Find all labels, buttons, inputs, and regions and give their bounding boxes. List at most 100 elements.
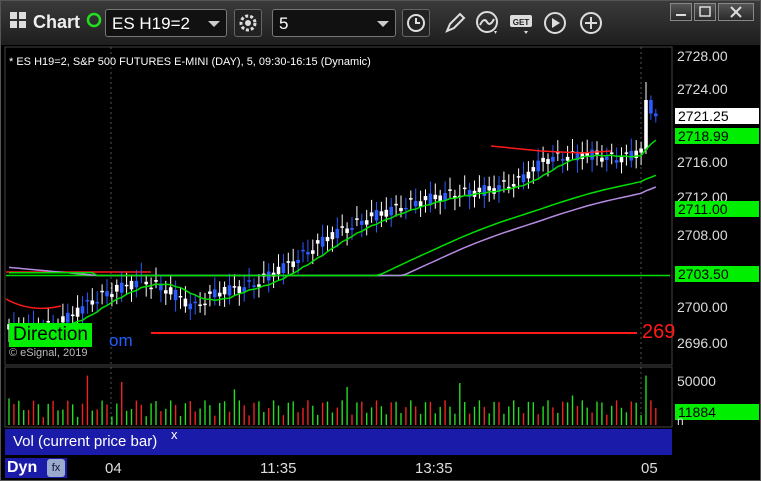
- candle-body: [325, 236, 330, 242]
- candle-body: [286, 261, 291, 263]
- candle-body: [173, 289, 178, 301]
- candle-body: [531, 167, 536, 172]
- candle-body: [507, 186, 511, 189]
- candle-body: [95, 301, 99, 304]
- candle-body: [448, 189, 452, 191]
- volume-flag: 11884: [675, 404, 759, 420]
- candle-body: [188, 303, 193, 310]
- price-chart[interactable]: [1, 1, 760, 480]
- candle-body: [61, 316, 65, 323]
- candle-body: [433, 194, 438, 200]
- last-price-flag: 2721.25: [675, 108, 759, 124]
- candle-body: [369, 212, 374, 217]
- candle-body: [541, 157, 545, 162]
- candle-body: [124, 284, 129, 287]
- candle-body: [462, 187, 467, 190]
- price-tick: 2724.00: [677, 81, 728, 97]
- candle-body: [389, 206, 393, 216]
- copyright: © eSignal, 2019: [9, 347, 88, 359]
- blue-text-label: om: [109, 331, 133, 350]
- chart-window: Chart ES H19=2 5 GET * ES H19=2, S&P 500…: [0, 0, 761, 481]
- candle-body: [619, 157, 624, 163]
- candle-body: [350, 228, 354, 230]
- price-tick: 2728.00: [677, 48, 728, 64]
- candle-body: [409, 198, 413, 200]
- candle-body: [624, 152, 629, 154]
- candle-body: [551, 156, 555, 162]
- candle-body: [100, 290, 104, 293]
- candle-body: [477, 187, 482, 193]
- candle-body: [379, 211, 384, 216]
- level-flag: 2703.50: [675, 266, 759, 282]
- candle-body: [404, 207, 408, 210]
- candle-body: [80, 306, 85, 314]
- candle-body: [119, 282, 124, 293]
- time-tick: 05: [641, 460, 658, 477]
- candle-body: [560, 159, 565, 161]
- price-tick: 2708.00: [677, 227, 728, 243]
- candle-body: [213, 289, 217, 298]
- candle-body: [291, 261, 295, 268]
- candle-body: [482, 185, 487, 196]
- candle-body: [252, 285, 256, 287]
- direction-label[interactable]: Direction: [9, 323, 92, 347]
- candle-body: [423, 196, 428, 201]
- candle-body: [521, 174, 526, 183]
- price-pane: [4, 46, 673, 366]
- formula-icon[interactable]: fx: [47, 459, 65, 477]
- candle-body: [614, 160, 619, 163]
- candle-body: [428, 193, 433, 205]
- candle-body: [384, 209, 389, 217]
- candle-body: [144, 281, 148, 285]
- candle-body: [565, 156, 570, 161]
- candle-body: [639, 148, 643, 153]
- red-level-label: 269: [642, 321, 676, 343]
- candle-body: [394, 203, 398, 206]
- candle-body: [502, 180, 506, 182]
- volume-axis-bottom: n: [677, 414, 684, 428]
- candle-body: [374, 210, 379, 221]
- candle-body: [115, 284, 119, 292]
- close-study-icon[interactable]: x: [171, 427, 178, 442]
- candle-body: [511, 184, 516, 187]
- candle-body: [413, 200, 418, 207]
- volume-study-bar: [186, 429, 672, 455]
- candle-body: [516, 176, 521, 178]
- chart-subtitle: * ES H19=2, S&P 500 FUTURES E-MINI (DAY)…: [9, 56, 371, 68]
- price-tick: 2716.00: [677, 154, 728, 170]
- candle-body: [306, 252, 310, 255]
- candle-body: [605, 156, 609, 160]
- candle-body: [590, 149, 594, 160]
- candle-body: [164, 290, 168, 294]
- candle-body: [217, 292, 222, 297]
- candle-body: [66, 312, 70, 323]
- candle-body: [649, 100, 653, 114]
- candle-body: [301, 249, 305, 252]
- candle-body: [183, 298, 188, 307]
- candle-body: [168, 287, 173, 295]
- volume-axis-tick: 50000: [677, 373, 716, 389]
- candle-body: [335, 228, 340, 239]
- candle-body: [110, 294, 114, 297]
- candle-body: [536, 160, 540, 172]
- candle-body: [360, 220, 364, 225]
- candle-body: [178, 295, 183, 298]
- time-tick: 11:35: [260, 460, 297, 477]
- candle-body: [70, 314, 75, 317]
- candle-body: [276, 266, 281, 275]
- candle-body: [320, 236, 325, 247]
- candle-body: [237, 286, 242, 294]
- candle-body: [546, 159, 550, 164]
- candle-body: [311, 250, 315, 254]
- candle-body: [364, 220, 369, 225]
- candle-body: [208, 291, 212, 294]
- candle-body: [340, 226, 344, 228]
- candle-body: [296, 259, 300, 264]
- volume-study-label[interactable]: Vol (current price bar): [5, 429, 186, 455]
- candle-body: [134, 280, 139, 288]
- time-tick: 13:35: [415, 460, 453, 477]
- candle-body: [85, 300, 90, 302]
- candle-body: [232, 286, 237, 288]
- candle-body: [105, 291, 109, 297]
- candle-body: [330, 232, 335, 240]
